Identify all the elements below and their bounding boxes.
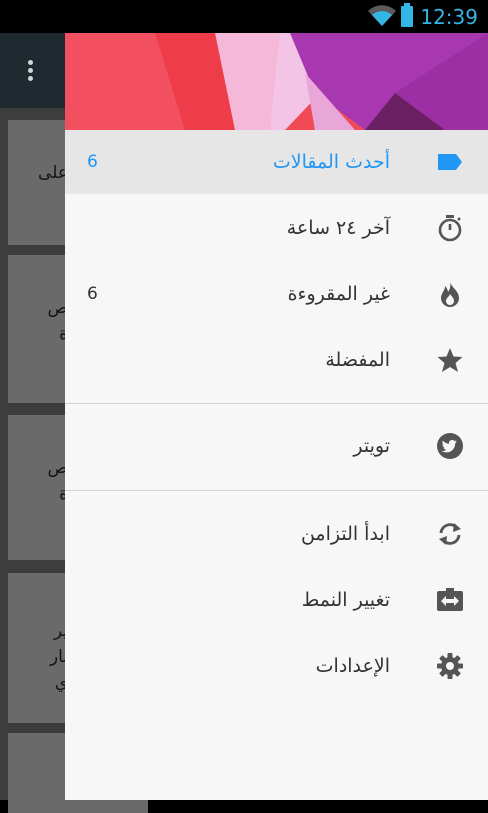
unread-count: 6 (87, 284, 98, 304)
drawer-item-label: ابدأ التزامن (300, 523, 390, 545)
drawer-item-settings[interactable]: الإعدادات (65, 634, 488, 698)
drawer-item-change-theme[interactable]: تغيير النمط (65, 568, 488, 632)
article-snippet: ص ة (47, 298, 68, 344)
drawer-item-label: الإعدادات (315, 655, 390, 677)
label-icon (438, 154, 462, 170)
article-snippet: ص ة (47, 458, 68, 504)
drawer-item-label: تويتر (353, 435, 390, 457)
drawer-item-label: المفضلة (325, 349, 390, 371)
article-snippet: ير بار ي (49, 621, 68, 693)
overflow-menu-icon[interactable] (20, 57, 40, 85)
battery-icon (401, 3, 413, 27)
wifi-icon (368, 5, 396, 27)
navigation-drawer: أحدث المقالات 6 آخر ٢٤ ساعة غير المقروءة… (65, 33, 488, 800)
drawer-item-label: أحدث المقالات (272, 151, 390, 173)
flame-icon (441, 282, 459, 307)
drawer-item-start-sync[interactable]: ابدأ التزامن (65, 502, 488, 566)
gear-icon (437, 653, 463, 679)
drawer-header-image (65, 33, 488, 130)
drawer-item-twitter[interactable]: تويتر (65, 414, 488, 478)
drawer-item-favorites[interactable]: المفضلة (65, 328, 488, 392)
drawer-item-label: آخر ٢٤ ساعة (286, 217, 390, 239)
stopwatch-icon (438, 215, 462, 242)
toggle-theme-icon (437, 588, 463, 611)
drawer-divider (65, 490, 488, 491)
status-bar: 12:39 (0, 0, 488, 33)
drawer-item-unread[interactable]: غير المقروءة 6 (65, 262, 488, 326)
drawer-item-latest-articles[interactable]: أحدث المقالات 6 (65, 130, 488, 194)
star-icon (437, 348, 463, 372)
drawer-divider (65, 403, 488, 404)
drawer-item-last-24-hours[interactable]: آخر ٢٤ ساعة (65, 196, 488, 260)
article-snippet: على (38, 163, 68, 183)
status-time: 12:39 (420, 5, 478, 29)
drawer-item-label: تغيير النمط (301, 589, 390, 611)
sync-icon (439, 523, 461, 545)
unread-count: 6 (87, 152, 98, 172)
twitter-icon (437, 433, 463, 459)
drawer-item-label: غير المقروءة (287, 283, 390, 305)
